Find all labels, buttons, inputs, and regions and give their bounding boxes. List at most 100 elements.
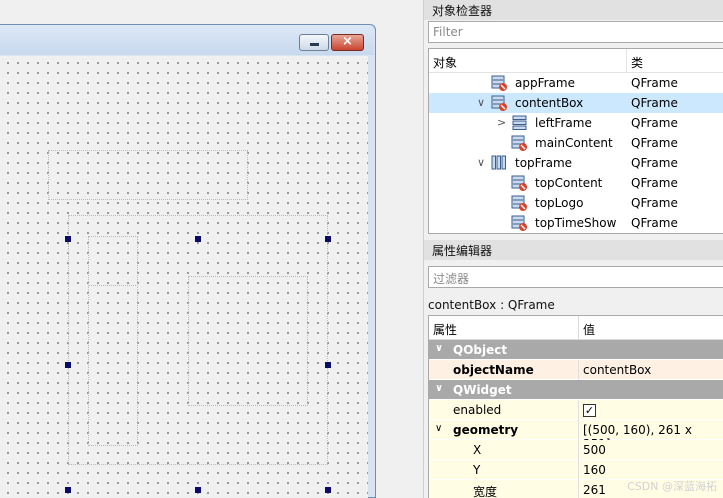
resize-handle-top-left[interactable] <box>65 236 71 242</box>
tree-row-topframe[interactable]: ∨ topFrame QFrame <box>429 153 723 173</box>
property-filter-input[interactable]: 过滤器 <box>428 266 723 288</box>
column-header-property[interactable]: 属性 <box>433 321 457 338</box>
object-inspector-title: 对象检查器 <box>424 0 723 20</box>
tree-item-class: QFrame <box>631 176 678 190</box>
tree-item-label: leftFrame <box>535 116 592 130</box>
dock-panel: 对象检查器 Filter 对象 ^ 类 appFrame QFrame ∨ co… <box>423 0 723 498</box>
frame-widget-icon <box>511 175 527 191</box>
property-value[interactable]: contentBox <box>583 363 651 377</box>
column-header-object[interactable]: 对象 <box>433 54 457 71</box>
horizontal-layout-icon <box>491 155 506 170</box>
property-name: Y <box>473 463 481 477</box>
tree-item-class: QFrame <box>631 196 678 210</box>
column-separator <box>626 49 627 73</box>
close-icon: × <box>342 34 353 49</box>
property-row-objectname[interactable]: objectName contentBox <box>429 360 723 380</box>
frame-widget-icon <box>491 95 507 111</box>
tree-row-topcontent[interactable]: topContent QFrame <box>429 173 723 193</box>
property-value[interactable]: 500 <box>583 443 606 457</box>
frame-outline-main <box>188 276 308 406</box>
object-tree: 对象 ^ 类 appFrame QFrame ∨ contentBox QFra… <box>428 48 723 234</box>
enabled-checkbox[interactable]: ✓ <box>583 404 596 417</box>
frame-outline-left-inner <box>88 236 138 286</box>
property-name: 宽度 <box>473 485 498 498</box>
tree-item-label: topContent <box>535 176 603 190</box>
watermark: CSDN @深蓝海拓 <box>627 480 717 493</box>
group-label: QObject <box>453 343 508 357</box>
frame-widget-icon <box>491 75 507 91</box>
property-name: objectName <box>453 363 534 377</box>
tree-item-label: contentBox <box>515 96 584 110</box>
chevron-down-icon[interactable]: ∨ <box>435 383 443 394</box>
resize-handle-right[interactable] <box>325 362 331 368</box>
tree-item-label: topLogo <box>535 196 584 210</box>
tree-item-class: QFrame <box>631 156 678 170</box>
tree-item-class: QFrame <box>631 96 678 110</box>
tree-item-class: QFrame <box>631 76 678 90</box>
value-separator <box>578 480 579 498</box>
frame-widget-icon <box>511 135 527 151</box>
chevron-down-icon[interactable]: ∨ <box>435 423 442 434</box>
column-header-class[interactable]: 类 <box>631 54 643 71</box>
resize-handle-bottom-left[interactable] <box>65 487 71 493</box>
tree-row-toptimeshow[interactable]: topTimeShow QFrame <box>429 213 723 233</box>
sort-caret-icon: ^ <box>524 48 534 56</box>
form-window[interactable]: × <box>0 24 376 498</box>
value-separator <box>578 420 579 440</box>
tree-item-class: QFrame <box>631 116 678 130</box>
property-value[interactable]: 160 <box>583 463 606 477</box>
property-name: geometry <box>453 423 519 437</box>
frame-outline-top <box>48 150 248 200</box>
expand-arrow-icon[interactable]: ∨ <box>477 156 485 169</box>
tree-item-label: topTimeShow <box>535 216 617 230</box>
property-editor-title: 属性编辑器 <box>424 240 723 260</box>
expand-arrow-icon[interactable]: ∨ <box>477 96 485 109</box>
group-label: QWidget <box>453 383 512 397</box>
property-row-y[interactable]: Y 160 <box>429 460 723 480</box>
tree-row-contentbox[interactable]: ∨ contentBox QFrame <box>429 93 723 113</box>
property-object-path: contentBox : QFrame <box>428 298 555 312</box>
property-table: 属性 值 ∨ QObject objectName contentBox ∨ Q… <box>428 315 723 498</box>
property-row-enabled[interactable]: enabled ✓ <box>429 400 723 420</box>
property-value[interactable]: 261 <box>583 483 606 497</box>
expand-arrow-icon[interactable]: > <box>497 116 506 129</box>
tree-row-toplogo[interactable]: topLogo QFrame <box>429 193 723 213</box>
resize-handle-top-right[interactable] <box>325 236 331 242</box>
frame-widget-icon <box>511 195 527 211</box>
tree-item-label: topFrame <box>515 156 573 170</box>
property-name: X <box>473 443 482 457</box>
tree-header: 对象 ^ 类 <box>429 49 723 73</box>
resize-handle-bottom[interactable] <box>195 487 201 493</box>
value-separator <box>578 440 579 460</box>
resize-handle-bottom-right[interactable] <box>325 487 331 493</box>
object-filter-input[interactable]: Filter <box>428 21 723 43</box>
close-button[interactable]: × <box>331 34 364 51</box>
minimize-button[interactable] <box>299 34 329 51</box>
frame-widget-icon <box>511 215 527 231</box>
form-editor-area: × <box>0 0 423 498</box>
property-row-x[interactable]: X 500 <box>429 440 723 460</box>
chevron-down-icon[interactable]: ∨ <box>435 343 443 354</box>
group-qobject[interactable]: ∨ QObject <box>429 340 723 360</box>
form-titlebar[interactable]: × <box>0 25 374 55</box>
value-separator <box>578 460 579 480</box>
form-canvas[interactable] <box>0 56 368 498</box>
value-separator <box>578 400 579 420</box>
column-separator <box>578 316 579 340</box>
tree-item-label: appFrame <box>515 76 575 90</box>
tree-item-label: mainContent <box>535 136 613 150</box>
property-row-geometry[interactable]: ∨ geometry [(500, 160), 261 x 251] <box>429 420 723 451</box>
vertical-layout-icon <box>512 115 527 130</box>
tree-row-appframe[interactable]: appFrame QFrame <box>429 73 723 93</box>
property-name: enabled <box>453 403 502 417</box>
group-qwidget[interactable]: ∨ QWidget <box>429 380 723 400</box>
resize-handle-left[interactable] <box>65 362 71 368</box>
tree-row-leftframe[interactable]: > leftFrame QFrame <box>429 113 723 133</box>
tree-item-class: QFrame <box>631 216 678 230</box>
column-header-value[interactable]: 值 <box>583 321 595 338</box>
value-separator <box>578 360 579 380</box>
property-table-header: 属性 值 <box>429 316 723 340</box>
tree-row-maincontent[interactable]: mainContent QFrame <box>429 133 723 153</box>
tree-item-class: QFrame <box>631 136 678 150</box>
resize-handle-top[interactable] <box>195 236 201 242</box>
